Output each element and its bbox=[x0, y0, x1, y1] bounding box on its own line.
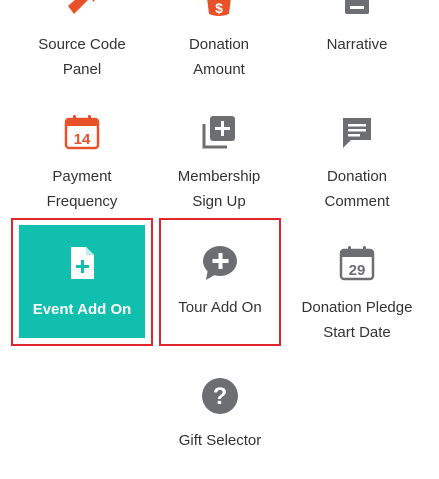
tile-tour-add-on[interactable]: Tour Add On bbox=[155, 243, 285, 320]
tile-label-line1: Donation bbox=[326, 168, 388, 185]
tile-narrative[interactable]: Narrative bbox=[292, 0, 422, 57]
tile-source-code-panel[interactable]: Source Code Panel bbox=[17, 0, 147, 82]
tile-label-line2: Start Date bbox=[323, 324, 391, 341]
tile-payment-frequency[interactable]: 14 Payment Frequency bbox=[17, 112, 147, 214]
tile-label-line2: Frequency bbox=[46, 193, 118, 210]
tile-label-line2: Comment bbox=[324, 193, 390, 210]
tile-label-line1: Membership bbox=[177, 168, 261, 185]
tile-label-line2: Sign Up bbox=[192, 193, 246, 210]
tile-event-add-on[interactable]: Event Add On bbox=[19, 225, 145, 338]
document-icon bbox=[345, 0, 369, 14]
calendar-day-text: 14 bbox=[74, 131, 91, 148]
tile-label-line1: Source Code bbox=[38, 36, 126, 53]
tile-label-line1: Donation Pledge bbox=[301, 299, 413, 316]
tile-gift-selector[interactable]: ? Gift Selector bbox=[155, 376, 285, 453]
tile-donation-amount[interactable]: $ Donation Amount bbox=[154, 0, 284, 82]
question-circle-icon: ? bbox=[202, 378, 238, 414]
svg-text:$: $ bbox=[215, 0, 223, 16]
tile-label-line2: Amount bbox=[193, 61, 245, 78]
tile-donation-comment[interactable]: Donation Comment bbox=[292, 112, 422, 214]
chat-plus-icon bbox=[203, 246, 237, 280]
tile-donation-pledge-start-date[interactable]: 29 Donation Pledge Start Date bbox=[292, 243, 422, 345]
tile-label-line1: Event Add On bbox=[32, 301, 132, 318]
calendar-14-icon: 14 bbox=[64, 115, 100, 150]
calendar-29-icon: 29 bbox=[339, 246, 375, 281]
comment-icon bbox=[343, 118, 371, 148]
add-stack-icon bbox=[202, 116, 235, 149]
tile-membership-sign-up[interactable]: Membership Sign Up bbox=[154, 112, 284, 214]
tile-label-line1: Donation bbox=[188, 36, 250, 53]
question-mark-text: ? bbox=[213, 383, 228, 410]
tile-label-line1: Payment bbox=[52, 168, 112, 185]
dollar-tag-icon: $ bbox=[207, 0, 231, 16]
calendar-day-text: 29 bbox=[349, 262, 366, 279]
tile-label-line1: Tour Add On bbox=[178, 299, 262, 316]
arrow-icon bbox=[68, 0, 95, 14]
tile-label-line1: Narrative bbox=[326, 36, 388, 53]
tile-label-line1: Gift Selector bbox=[178, 432, 262, 449]
file-plus-icon bbox=[71, 247, 94, 279]
tile-label-line2: Panel bbox=[62, 61, 102, 78]
